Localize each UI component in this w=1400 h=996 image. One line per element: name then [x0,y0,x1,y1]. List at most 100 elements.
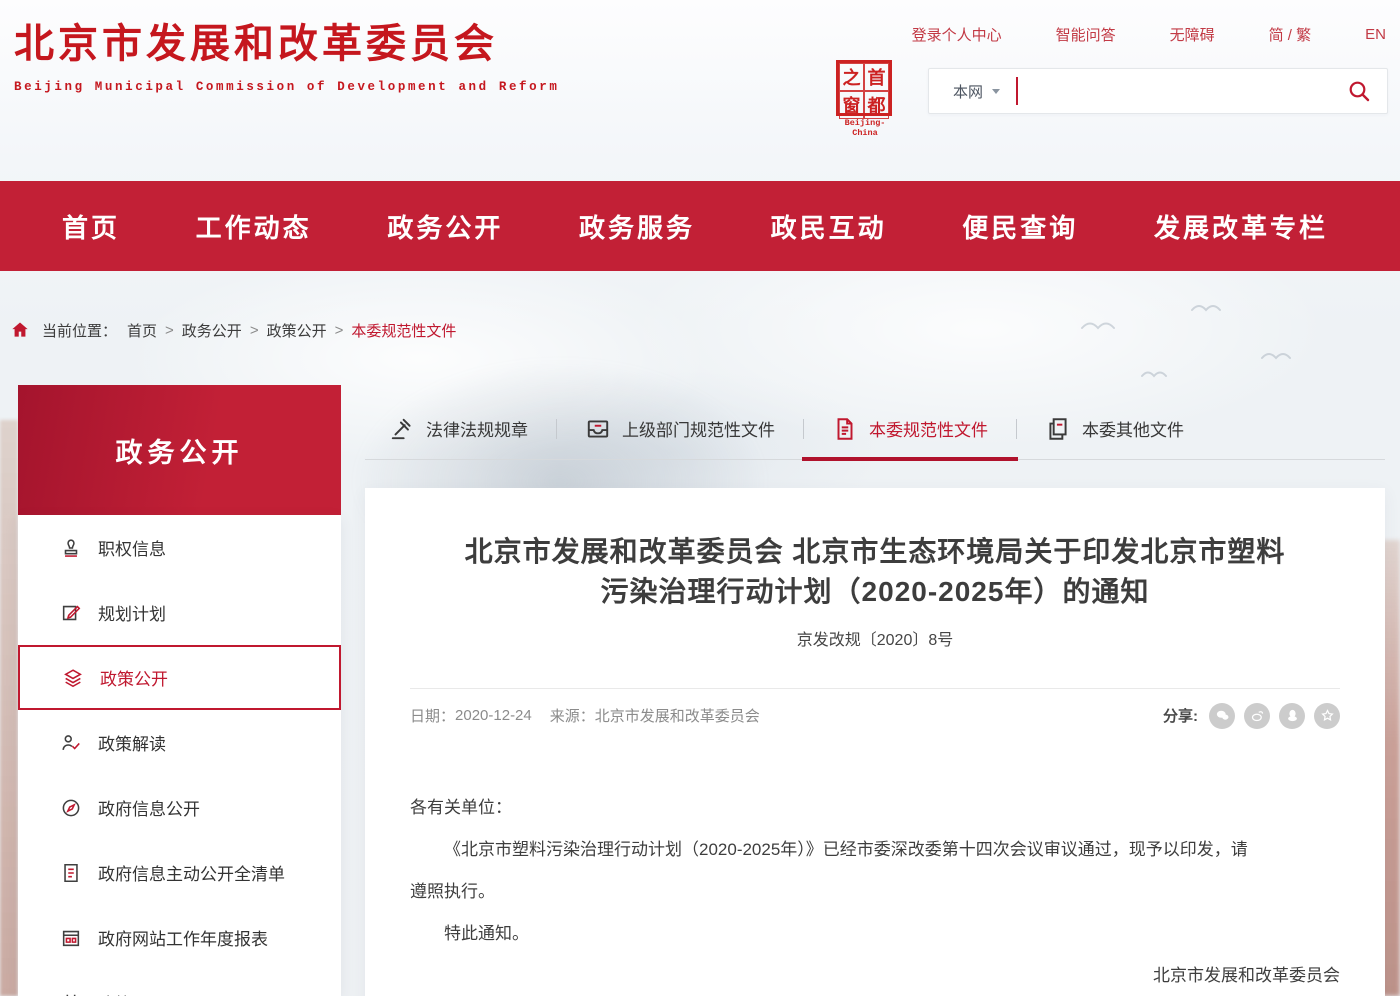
seal-caption: Beijing-China [836,118,894,138]
sidebar-item-label: 决策目录 [98,990,166,996]
tab-committee-normative-documents[interactable]: 本委规范性文件 [804,398,1016,459]
date-label: 日期： [410,705,455,726]
sidebar-item-label: 规划计划 [98,600,166,625]
star-icon [1320,708,1335,723]
search-input[interactable] [1018,69,1347,113]
sidebar-item-label: 职权信息 [98,535,166,560]
smart-qa-link[interactable]: 智能问答 [1056,24,1116,45]
tab-label: 法律法规规章 [426,416,528,441]
english-link[interactable]: EN [1365,26,1386,43]
report-calendar-icon [60,927,82,949]
site-title-english: Beijing Municipal Commission of Developm… [14,80,559,94]
calendar-icon [60,992,82,996]
wechat-icon [1215,708,1230,723]
plan-edit-icon [60,602,82,624]
search-button[interactable] [1347,79,1371,103]
chevron-down-icon [992,89,1000,94]
sidebar-item-annual-website-report[interactable]: 政府网站工作年度报表 [18,905,341,970]
background-birds [1072,298,1312,388]
article-doc-number: 京发改规〔2020〕8号 [410,626,1340,650]
nav-item-work-news[interactable]: 工作动态 [196,208,312,245]
share-label: 分享: [1163,705,1198,726]
top-utility-links: 登录个人中心 智能问答 无障碍 简 / 繁 EN [912,24,1386,45]
qq-icon [1285,708,1300,723]
breadcrumb-gov-disclosure[interactable]: 政务公开 [182,320,242,341]
person-check-icon [60,732,82,754]
nav-item-public-interaction[interactable]: 政民互动 [771,208,887,245]
article-body: 各有关单位： 《北京市塑料污染治理行动计划（2020-2025年）》已经市委深改… [410,787,1340,996]
sidebar-item-authority-info[interactable]: 职权信息 [18,515,341,580]
simplified-traditional-toggle[interactable]: 简 / 繁 [1269,24,1312,45]
page: 北京市发展和改革委员会 Beijing Municipal Commission… [0,0,1400,996]
document-list-icon [60,862,82,884]
nav-item-gov-services[interactable]: 政务服务 [579,208,695,245]
sidebar-item-label: 政策公开 [100,665,168,690]
article-meta-row: 日期： 2020-12-24 来源： 北京市发展和改革委员会 分享: [410,703,1340,729]
weibo-icon [1250,708,1265,723]
nav-item-home[interactable]: 首页 [62,208,120,245]
sidebar-item-gov-info-disclosure[interactable]: 政府信息公开 [18,775,341,840]
breadcrumb-separator: > [250,322,259,339]
breadcrumb: 当前位置： 首页 > 政务公开 > 政策公开 > 本委规范性文件 [10,314,456,346]
copy-files-icon [1045,416,1071,442]
sidebar-item-decision-catalog[interactable]: 决策目录 [18,970,341,996]
tab-committee-other-documents[interactable]: 本委其他文件 [1017,398,1212,459]
seal-char: 都 [864,91,889,119]
sidebar-item-label: 政府信息公开 [98,795,200,820]
login-personal-center-link[interactable]: 登录个人中心 [912,24,1002,45]
tab-superior-normative-documents[interactable]: 上级部门规范性文件 [557,398,803,459]
beijing-china-seal-logo[interactable]: 之 首 窗 都 Beijing-China [836,60,894,138]
inbox-icon [585,416,611,442]
sidebar-item-policy-interpretation[interactable]: 政策解读 [18,710,341,775]
share-favorite-button[interactable] [1314,703,1340,729]
content-column: 法律法规规章 上级部门规范性文件 [365,398,1385,996]
breadcrumb-separator: > [335,322,344,339]
red-document-icon [832,416,858,442]
sidebar-item-proactive-disclosure-list[interactable]: 政府信息主动公开全清单 [18,840,341,905]
compass-icon [60,797,82,819]
search-scope-label: 本网 [953,81,983,102]
share-qq-button[interactable] [1279,703,1305,729]
article-title: 北京市发展和改革委员会 北京市生态环境局关于印发北京市塑料 污染治理行动计划（2… [410,532,1340,612]
site-logo[interactable]: 北京市发展和改革委员会 Beijing Municipal Commission… [14,20,559,94]
layers-icon [62,667,84,689]
nav-item-reform-column[interactable]: 发展改革专栏 [1154,208,1328,245]
nav-item-gov-disclosure[interactable]: 政务公开 [387,208,503,245]
sidebar: 政务公开 职权信息 规 [18,385,341,996]
stamp-icon [60,537,82,559]
tab-label: 本委规范性文件 [869,416,988,441]
site-header: 北京市发展和改革委员会 Beijing Municipal Commission… [0,0,1400,181]
article-paragraph: 《北京市塑料污染治理行动计划（2020-2025年）》已经市委深改委第十四次会议… [410,829,1340,913]
main-navigation: 首页 工作动态 政务公开 政务服务 政民互动 便民查询 发展改革专栏 [0,181,1400,271]
search-scope-select[interactable]: 本网 [929,81,1000,102]
sidebar-item-label: 政府网站工作年度报表 [98,925,268,950]
sidebar-title: 政务公开 [18,385,341,515]
tab-laws-regulations[interactable]: 法律法规规章 [389,398,556,459]
seal-box: 之 首 窗 都 [836,60,892,116]
site-search-bar: 本网 [928,68,1388,114]
sidebar-item-label: 政策解读 [98,730,166,755]
sidebar-item-planning[interactable]: 规划计划 [18,580,341,645]
share-wechat-button[interactable] [1209,703,1235,729]
nav-item-convenience-query[interactable]: 便民查询 [962,208,1078,245]
document-category-tabs: 法律法规规章 上级部门规范性文件 [365,398,1385,460]
breadcrumb-separator: > [165,322,174,339]
breadcrumb-home[interactable]: 首页 [127,320,157,341]
sidebar-item-label: 政府信息主动公开全清单 [98,860,285,885]
sidebar-item-policy-disclosure[interactable]: 政策公开 [18,645,341,710]
article-source: 北京市发展和改革委员会 [595,705,760,726]
seal-char: 首 [864,63,889,91]
share-weibo-button[interactable] [1244,703,1270,729]
seal-char: 之 [839,63,864,91]
seal-char: 窗 [839,91,864,119]
sidebar-menu: 职权信息 规划计划 [18,515,341,996]
accessibility-link[interactable]: 无障碍 [1170,24,1215,45]
article-salutation: 各有关单位： [410,787,1340,829]
article-paragraph: 特此通知。 [410,913,1340,955]
home-icon[interactable] [10,320,30,340]
breadcrumb-label: 当前位置： [42,320,117,341]
gavel-icon [389,416,415,442]
tab-label: 本委其他文件 [1082,416,1184,441]
search-icon [1347,79,1371,103]
breadcrumb-policy-disclosure[interactable]: 政策公开 [267,320,327,341]
